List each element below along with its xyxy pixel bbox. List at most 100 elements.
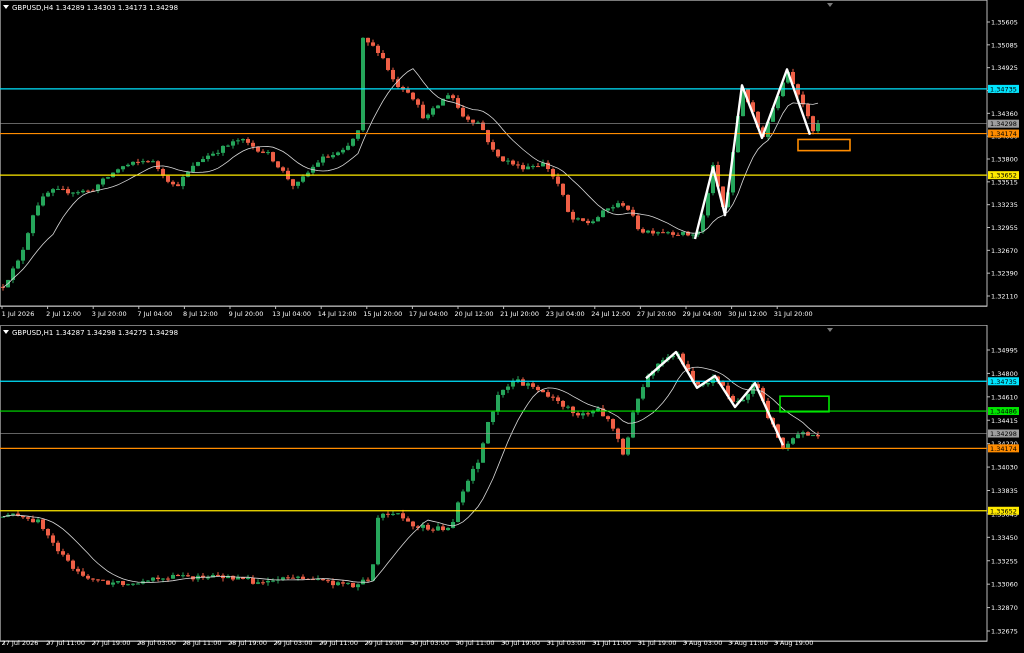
candle-body	[426, 524, 430, 530]
y-tick-label: 1.34030	[991, 464, 1018, 472]
candle-body	[401, 513, 405, 519]
price-level-label: 1.34735	[990, 85, 1017, 93]
target-box	[779, 395, 830, 413]
candle-body	[521, 165, 525, 170]
candle-body	[371, 564, 375, 581]
candle-body	[51, 535, 55, 543]
candle-body	[236, 577, 240, 580]
x-tick-label: 27 Jul 2026	[2, 639, 39, 647]
candle-body	[281, 167, 285, 171]
candle-body	[511, 160, 515, 165]
y-tick-label: 1.33835	[991, 487, 1018, 495]
candle-body	[671, 232, 675, 235]
candle-body	[46, 192, 50, 197]
candle-body	[296, 576, 300, 578]
candle-body	[481, 443, 485, 463]
candle-body	[446, 95, 450, 99]
candle-body	[81, 190, 85, 193]
candle-body	[326, 580, 330, 582]
candle-body	[246, 577, 250, 579]
x-tick-label: 27 Jul 19:00	[92, 639, 131, 647]
candle-body	[471, 119, 475, 123]
candle-body	[111, 582, 115, 585]
candle-body	[461, 491, 465, 503]
candle-body	[566, 406, 570, 408]
candle-body	[496, 149, 500, 157]
price-level-label: 1.34298	[990, 430, 1017, 438]
candle-body	[456, 502, 460, 522]
candle-body	[621, 203, 625, 206]
x-tick-label: 30 Jul 19:00	[501, 639, 540, 647]
candle-body	[196, 162, 200, 166]
moving-average-line	[2, 366, 819, 583]
candle-body	[146, 161, 150, 163]
candle-body	[451, 95, 455, 99]
x-tick-label: 27 Jul 20:00	[637, 310, 676, 318]
candle-body	[251, 142, 255, 147]
x-tick-label: 20 Jul 12:00	[455, 310, 494, 318]
candle-body	[171, 181, 175, 185]
candle-body	[806, 104, 810, 117]
candle-body	[796, 434, 800, 439]
candle-body	[146, 580, 150, 582]
candle-body	[11, 513, 15, 515]
candle-body	[606, 208, 610, 211]
candle-body	[216, 152, 220, 154]
candle-body	[106, 580, 110, 585]
candle-body	[336, 152, 340, 156]
y-tick-label: 1.32670	[991, 247, 1018, 255]
candle-body	[371, 42, 375, 46]
candle-body	[486, 422, 490, 444]
chart-canvas: GBPUSD,H4 1.34289 1.34303 1.34173 1.3429…	[0, 0, 1019, 647]
candle-body	[416, 99, 420, 105]
candle-body	[231, 141, 235, 146]
candle-body	[16, 260, 20, 269]
candle-body	[261, 151, 265, 153]
y-tick-label: 1.33060	[991, 581, 1018, 589]
x-tick-label: 3 Aug 11:00	[728, 639, 768, 647]
candle-body	[391, 513, 395, 515]
candle-body	[171, 574, 175, 579]
candle-body	[91, 578, 95, 580]
y-tick-label: 1.33450	[991, 534, 1018, 542]
candle-body	[556, 176, 560, 184]
candle-body	[31, 518, 35, 523]
candle-body	[191, 165, 195, 172]
candle-body	[346, 145, 350, 150]
dropdown-triangle-icon	[3, 5, 9, 9]
candle-body	[596, 408, 600, 411]
candle-body	[181, 176, 185, 187]
x-tick-label: 3 Jul 20:00	[92, 310, 127, 318]
candle-body	[611, 207, 615, 209]
candle-body	[386, 58, 390, 70]
candle-body	[331, 580, 335, 586]
candle-body	[116, 581, 120, 583]
candle-body	[331, 155, 335, 158]
candle-body	[281, 577, 285, 580]
candle-body	[266, 152, 270, 154]
shift-marker-icon	[827, 3, 833, 7]
candle-body	[151, 577, 155, 581]
candle-body	[36, 205, 40, 216]
candle-body	[86, 575, 90, 579]
candle-body	[661, 232, 665, 234]
candle-body	[511, 381, 515, 387]
candle-body	[436, 105, 440, 109]
candle-body	[421, 524, 425, 528]
candle-body	[21, 249, 25, 261]
candle-body	[366, 579, 370, 581]
candle-body	[436, 526, 440, 531]
candle-body	[491, 142, 495, 150]
y-tick-label: 1.33235	[991, 201, 1018, 209]
candle-body	[321, 156, 325, 163]
candle-body	[791, 438, 795, 444]
x-tick-label: 24 Jul 12:00	[591, 310, 630, 318]
candle-body	[251, 577, 255, 584]
x-tick-label: 30 Jul 12:00	[728, 310, 767, 318]
candle-body	[571, 211, 575, 220]
candle-body	[176, 574, 180, 577]
candle-body	[486, 130, 490, 143]
candle-body	[291, 179, 295, 186]
candle-body	[411, 92, 415, 100]
candle-body	[286, 577, 290, 579]
